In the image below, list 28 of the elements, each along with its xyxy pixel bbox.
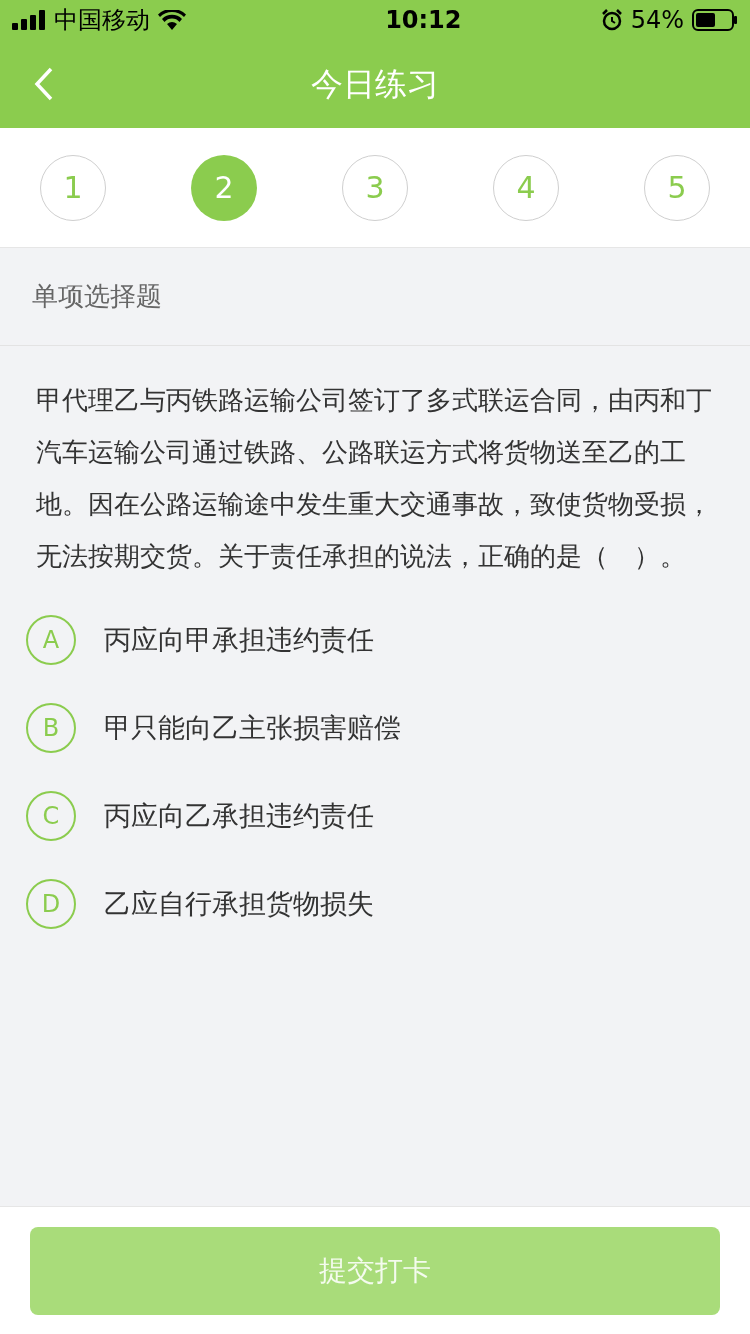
- question-number[interactable]: 1: [40, 154, 106, 221]
- answer-option[interactable]: A 丙应向甲承担违约责任: [0, 596, 750, 684]
- option-letter: A: [26, 615, 76, 665]
- option-text: 乙应自行承担货物损失: [104, 886, 374, 921]
- question-text: 甲代理乙与丙铁路运输公司签订了多式联运合同，由丙和丁汽车运输公司通过铁路、公路联运方式将货物送至乙的工地。因在公路运输途中发生重大交通事故，致使货物受损，无法按期交货。关于责任承担的说法，正确的是（ ）。: [35, 384, 713, 573]
- battery-percent: 54%: [630, 5, 684, 36]
- wifi-icon: [158, 10, 186, 30]
- option-text: 丙应向甲承担违约责任: [104, 622, 374, 657]
- status-time: 10:12: [385, 5, 462, 36]
- question-number[interactable]: 2: [191, 154, 257, 221]
- signal-icon: [12, 10, 46, 30]
- carrier-name: 中国移动: [54, 5, 150, 36]
- page-title: 今日练习: [311, 64, 439, 105]
- option-text: 丙应向乙承担违约责任: [104, 798, 374, 833]
- option-text: 甲只能向乙主张损害赔偿: [104, 710, 401, 745]
- option-letter: C: [26, 791, 76, 841]
- question-type: 单项选择题: [32, 280, 162, 313]
- answer-option[interactable]: D 乙应自行承担货物损失: [0, 860, 750, 948]
- answer-option[interactable]: C 丙应向乙承担违约责任: [0, 772, 750, 860]
- back-icon: [34, 67, 54, 101]
- answer-option[interactable]: B 甲只能向乙主张损害赔偿: [0, 684, 750, 772]
- question-number[interactable]: 4: [493, 154, 559, 221]
- option-letter: B: [26, 703, 76, 753]
- alarm-icon: [600, 9, 623, 31]
- question-number[interactable]: 3: [342, 154, 408, 221]
- question-number[interactable]: 5: [644, 154, 710, 221]
- option-letter: D: [26, 879, 76, 929]
- battery-icon: [692, 9, 738, 31]
